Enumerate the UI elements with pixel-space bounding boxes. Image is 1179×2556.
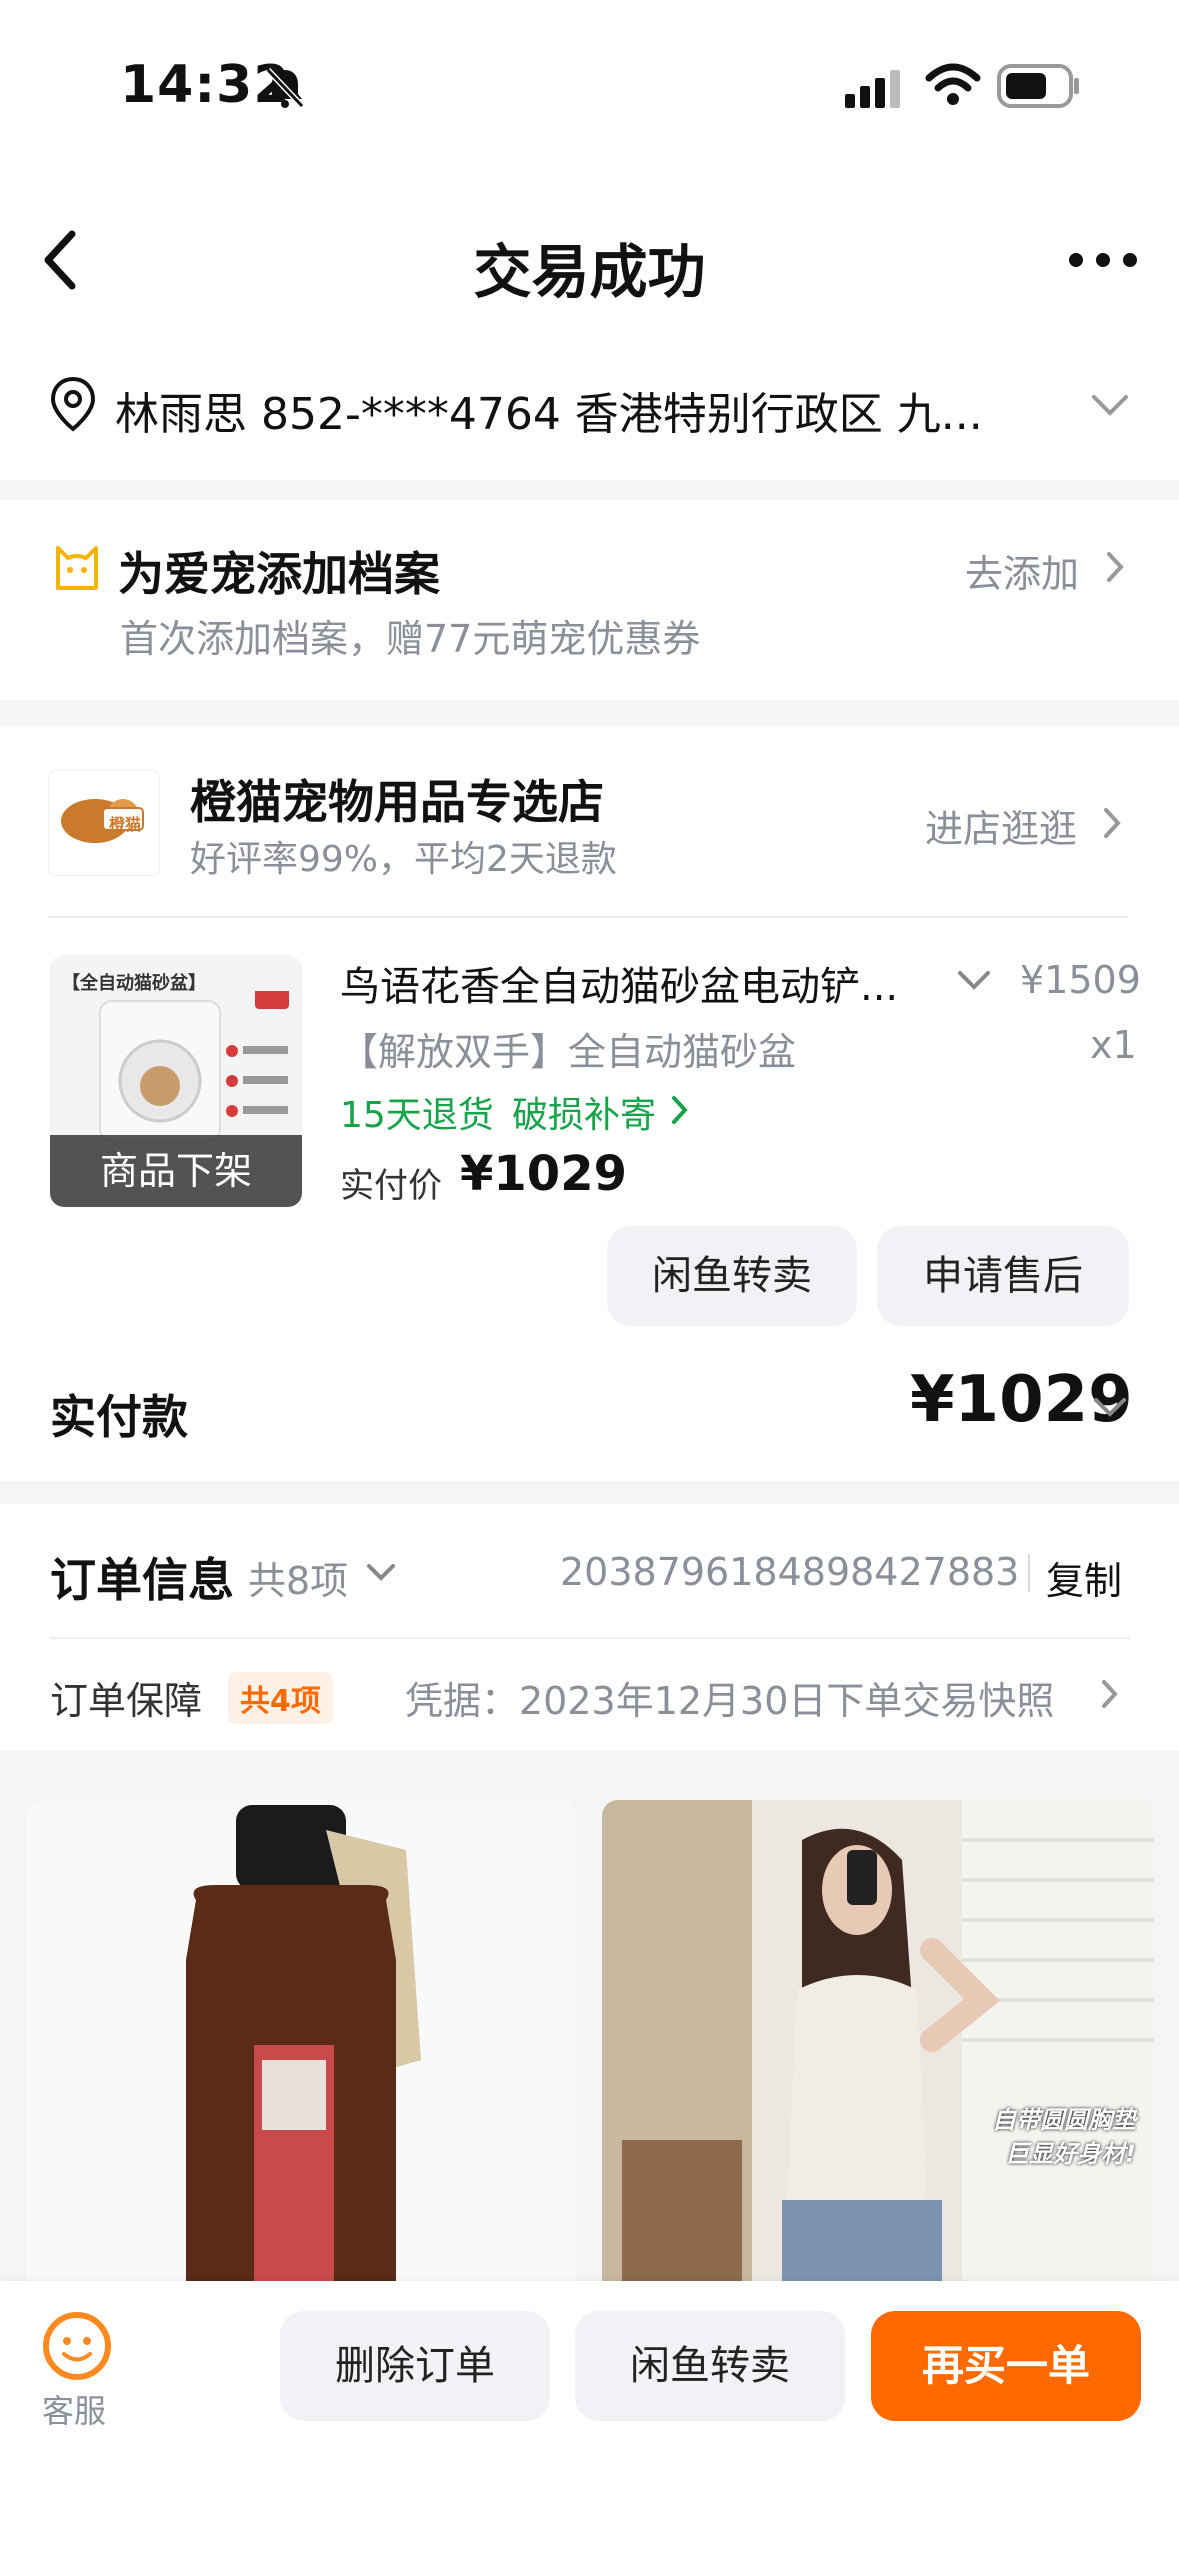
chevron-down-icon[interactable] bbox=[1092, 1396, 1128, 1420]
divider bbox=[1028, 1554, 1030, 1592]
promo-overlay-line2: 巨显好身材! bbox=[1005, 2140, 1136, 2168]
product-spec: 【解放双手】全自动猫砂盆 bbox=[340, 1030, 797, 1074]
chevron-down-icon[interactable] bbox=[1090, 393, 1130, 417]
customer-service-icon bbox=[43, 2312, 111, 2380]
order-info-title: 订单信息 bbox=[50, 1553, 234, 1607]
divider bbox=[50, 1637, 1130, 1639]
paid-price-value: ¥1029 bbox=[460, 1146, 627, 1202]
resell-button[interactable]: 闲鱼转卖 bbox=[607, 1226, 857, 1326]
product-title[interactable]: 鸟语花香全自动猫砂盆电动铲... bbox=[340, 954, 920, 1012]
delete-order-button[interactable]: 删除订单 bbox=[280, 2311, 550, 2421]
product-thumbnail[interactable]: 【全自动猫砂盆】 商品下架 bbox=[50, 955, 302, 1207]
bottle-product-image bbox=[26, 1800, 576, 2281]
location-pin-icon bbox=[50, 376, 96, 432]
chevron-right-icon bbox=[1104, 808, 1121, 838]
battery-icon bbox=[997, 64, 1079, 108]
order-card: 橙猫 橙猫宠物用品专选店 好评率99%，平均2天退款 进店逛逛 【全自动猫砂盆】… bbox=[0, 726, 1179, 1481]
pet-banner-title: 为爱宠添加档案 bbox=[118, 547, 440, 601]
product-image bbox=[99, 991, 289, 1141]
bottom-action-bar: 客服 删除订单 闲鱼转卖 再买一单 bbox=[0, 2281, 1179, 2556]
order-info-card: 订单信息 共8项 2038796184898427883 复制 订单保障 共4项… bbox=[0, 1504, 1179, 1751]
recommend-item-right[interactable]: 自带圆圆胸垫 巨显好身材! bbox=[602, 1800, 1154, 2281]
shipping-address[interactable]: 林雨思 852-****4764 香港特别行政区 九... bbox=[115, 378, 1075, 442]
page-title: 交易成功 bbox=[473, 238, 706, 306]
pet-banner-subtitle: 首次添加档案，赠77元萌宠优惠券 bbox=[120, 617, 701, 661]
trade-snapshot-link[interactable]: 凭据：2023年12月30日下单交易快照 bbox=[405, 1670, 1054, 1725]
product-quantity: x1 bbox=[1090, 1023, 1137, 1067]
divider bbox=[48, 916, 1128, 918]
order-info-count[interactable]: 共8项 bbox=[248, 1550, 348, 1605]
service-return[interactable]: 15天退货 bbox=[340, 1086, 494, 1138]
service-damage[interactable]: 破损补寄 bbox=[512, 1086, 656, 1138]
chevron-down-icon[interactable] bbox=[956, 969, 992, 993]
fashion-product-image bbox=[602, 1800, 1154, 2281]
chevron-right-icon bbox=[672, 1096, 688, 1124]
guarantee-label: 订单保障 bbox=[50, 1679, 203, 1723]
resell-button[interactable]: 闲鱼转卖 bbox=[575, 2311, 845, 2421]
mute-bell-icon bbox=[265, 67, 305, 109]
product-price: ¥1509 bbox=[1020, 958, 1141, 1002]
add-pet-link[interactable]: 去添加 bbox=[965, 543, 1079, 598]
status-bar: 14:32 bbox=[0, 0, 1179, 180]
enter-shop-link[interactable]: 进店逛逛 bbox=[925, 798, 1077, 853]
signal-icon bbox=[845, 70, 900, 108]
paid-price-label: 实付价 bbox=[340, 1166, 442, 1206]
customer-service-label[interactable]: 客服 bbox=[42, 2386, 106, 2432]
total-label: 实付款 bbox=[50, 1390, 188, 1444]
pet-profile-banner[interactable]: 为爱宠添加档案 首次添加档案，赠77元萌宠优惠券 去添加 bbox=[0, 500, 1179, 700]
cat-face-icon bbox=[56, 546, 98, 590]
more-options-icon[interactable] bbox=[1068, 250, 1138, 270]
guarantee-count-tag: 共4项 bbox=[228, 1672, 333, 1724]
wifi-icon bbox=[925, 63, 981, 105]
recommend-item-left[interactable] bbox=[26, 1800, 576, 2281]
order-number: 2038796184898427883 bbox=[560, 1550, 1020, 1594]
shop-logo[interactable]: 橙猫 bbox=[48, 770, 160, 876]
chevron-right-icon bbox=[1107, 552, 1124, 582]
shop-name[interactable]: 橙猫宠物用品专选店 bbox=[190, 766, 604, 832]
after-sale-button[interactable]: 申请售后 bbox=[877, 1226, 1129, 1326]
shop-logo-text: 橙猫 bbox=[108, 815, 141, 834]
chevron-right-icon bbox=[1102, 1680, 1118, 1708]
promo-overlay-line1: 自带圆圆胸垫 bbox=[992, 2106, 1136, 2134]
rebuy-button[interactable]: 再买一单 bbox=[871, 2311, 1141, 2421]
chevron-down-icon[interactable] bbox=[365, 1562, 397, 1584]
copy-order-button[interactable]: 复制 bbox=[1046, 1550, 1122, 1605]
customer-service-button[interactable] bbox=[40, 2309, 114, 2383]
shop-stats: 好评率99%，平均2天退款 bbox=[190, 839, 617, 880]
delisted-overlay: 商品下架 bbox=[50, 1135, 302, 1207]
